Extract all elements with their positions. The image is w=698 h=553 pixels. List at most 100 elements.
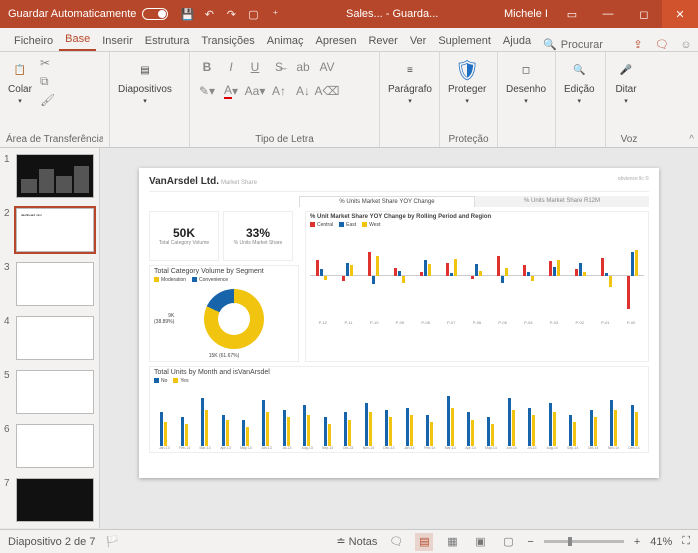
dictate-label: Ditar: [615, 84, 636, 95]
thumb-3[interactable]: [16, 262, 94, 306]
drawing-label: Desenho: [506, 84, 546, 95]
shadow-button[interactable]: ab: [292, 56, 314, 78]
tab-inserir[interactable]: Inserir: [96, 31, 139, 51]
group-editing: 🔍 Edição ▾: [556, 52, 606, 147]
shrink-font-button[interactable]: A↓: [292, 80, 314, 102]
notes-button[interactable]: ≐ Notas: [336, 535, 377, 548]
chevron-down-icon: ▾: [143, 97, 147, 105]
thumb-1[interactable]: [16, 154, 94, 198]
tab-estrutura[interactable]: Estrutura: [139, 31, 196, 51]
toggle-switch-icon[interactable]: [142, 8, 168, 20]
thumb-2[interactable]: dashboard mini: [16, 208, 94, 252]
slide-company: VanArsdel Ltd.: [149, 176, 219, 187]
kpi-share: 33% % Units Market Share: [223, 211, 293, 261]
chevron-down-icon: ▾: [465, 97, 469, 105]
qat-more-icon[interactable]: ⁺: [264, 0, 286, 28]
slides-button[interactable]: ▤ Diapositivos ▾: [116, 56, 174, 107]
ribbon: 📋 Colar ▾ ✂ ⧉ 🖌 Área de Transferência ▤ …: [0, 52, 698, 148]
paragraph-label: Parágrafo: [388, 84, 432, 95]
legend-west: West: [362, 222, 380, 228]
user-name[interactable]: Michele I: [498, 8, 554, 20]
slideshow-view-icon[interactable]: ▢: [499, 533, 517, 551]
spacing-button[interactable]: AV: [316, 56, 338, 78]
monthly-title: Total Units by Month and isVanArsdel: [154, 369, 644, 376]
tab-rever[interactable]: Rever: [362, 31, 403, 51]
slide-editor[interactable]: VanArsdel Ltd. Market Share obvience llc…: [100, 148, 698, 528]
shield-icon: 🛡: [455, 58, 479, 82]
protect-button[interactable]: 🛡 Proteger ▾: [446, 56, 488, 107]
zoom-level[interactable]: 41%: [650, 536, 672, 548]
zoom-slider[interactable]: [544, 540, 624, 543]
tab-suplementos[interactable]: Suplement: [432, 31, 497, 51]
normal-view-icon[interactable]: ▤: [415, 533, 433, 551]
group-voice: 🎤 Ditar ▾ Voz: [606, 52, 652, 147]
group-label-paragraph: [386, 143, 433, 145]
tab-ver[interactable]: Ver: [404, 31, 433, 51]
zoom-out-icon[interactable]: −: [527, 536, 533, 548]
thumb-7[interactable]: [16, 478, 94, 522]
zoom-in-icon[interactable]: +: [634, 536, 640, 548]
font-color-button[interactable]: A▾: [220, 80, 242, 102]
redo-icon[interactable]: ↷: [220, 0, 242, 28]
comments-icon[interactable]: 🗨: [650, 38, 674, 51]
fit-to-window-icon[interactable]: ⛶: [682, 535, 690, 548]
tab-transicoes[interactable]: Transições: [195, 31, 260, 51]
paste-button[interactable]: 📋 Colar ▾: [6, 56, 34, 107]
share-icon[interactable]: ⇪: [626, 38, 650, 51]
yoy-chart: % Unit Market Share YOY Change by Rollin…: [305, 211, 649, 362]
slide-thumbnails[interactable]: 1 2dashboard mini 3 4 5 6 7: [0, 148, 100, 528]
donut-label-c: 15K (61.67%): [154, 353, 294, 359]
italic-button[interactable]: I: [220, 56, 242, 78]
donut-chart: Total Category Volume by Segment Moderat…: [149, 265, 299, 362]
highlight-button[interactable]: ✎▾: [196, 80, 218, 102]
thumb-6[interactable]: [16, 424, 94, 468]
format-painter-icon[interactable]: 🖌: [40, 93, 55, 107]
slide-footer: obvience llc ©: [618, 176, 649, 187]
tab-apresentacao[interactable]: Apresen: [309, 31, 362, 51]
tab-base[interactable]: Base: [59, 29, 96, 51]
sorter-view-icon[interactable]: ▦: [443, 533, 461, 551]
thumb-num: 7: [4, 478, 12, 522]
chevron-down-icon: ▾: [624, 97, 628, 105]
clear-format-button[interactable]: A⌫: [316, 80, 338, 102]
dictate-button[interactable]: 🎤 Ditar ▾: [612, 56, 640, 107]
undo-icon[interactable]: ↶: [198, 0, 220, 28]
search-box[interactable]: 🔍 Procurar: [537, 38, 609, 51]
grow-font-button[interactable]: A↑: [268, 80, 290, 102]
group-label-clipboard: Área de Transferência: [6, 132, 103, 145]
underline-button[interactable]: U: [244, 56, 266, 78]
kpi-share-label: % Units Market Share: [234, 240, 283, 246]
drawing-button[interactable]: ◻ Desenho ▾: [504, 56, 548, 107]
tab-ajuda[interactable]: Ajuda: [497, 31, 537, 51]
cut-icon[interactable]: ✂: [40, 56, 55, 70]
maximize-icon[interactable]: ◻: [626, 0, 662, 28]
shapes-icon: ◻: [514, 58, 538, 82]
kpi-share-value: 33%: [246, 226, 270, 240]
reading-view-icon[interactable]: ▣: [471, 533, 489, 551]
paragraph-button[interactable]: ≡ Parágrafo ▾: [386, 56, 434, 107]
group-protect: 🛡 Proteger ▾ Proteção: [440, 52, 498, 147]
tab-ficheiro[interactable]: Ficheiro: [8, 31, 59, 51]
comments-button[interactable]: 🗨: [387, 533, 405, 551]
start-slideshow-icon[interactable]: ▢: [242, 0, 264, 28]
smiley-icon[interactable]: ☺: [674, 39, 698, 51]
tab-animacoes[interactable]: Animaç: [261, 31, 310, 51]
chevron-down-icon: ▾: [578, 97, 582, 105]
save-icon[interactable]: 💾: [176, 0, 198, 28]
strikethrough-button[interactable]: S̶: [268, 56, 290, 78]
copy-icon[interactable]: ⧉: [40, 74, 55, 89]
spellcheck-icon[interactable]: 🏳️: [105, 535, 119, 548]
slide-content[interactable]: VanArsdel Ltd. Market Share obvience llc…: [139, 168, 659, 478]
kpi-volume-label: Total Category Volume: [159, 240, 209, 246]
autosave-toggle[interactable]: Guardar Automaticamente: [0, 8, 176, 20]
editing-button[interactable]: 🔍 Edição ▾: [562, 56, 597, 107]
collapse-ribbon-icon[interactable]: ^: [689, 134, 694, 145]
thumb-4[interactable]: [16, 316, 94, 360]
change-case-button[interactable]: Aa▾: [244, 80, 266, 102]
minimize-icon[interactable]: —: [590, 0, 626, 28]
close-icon[interactable]: ✕: [662, 0, 698, 28]
font-tools: B I U S̶ ab AV ✎▾ A▾ Aa▾ A↑ A↓ A⌫: [196, 56, 338, 102]
thumb-5[interactable]: [16, 370, 94, 414]
bold-button[interactable]: B: [196, 56, 218, 78]
ribbon-display-icon[interactable]: ▭: [554, 0, 590, 28]
